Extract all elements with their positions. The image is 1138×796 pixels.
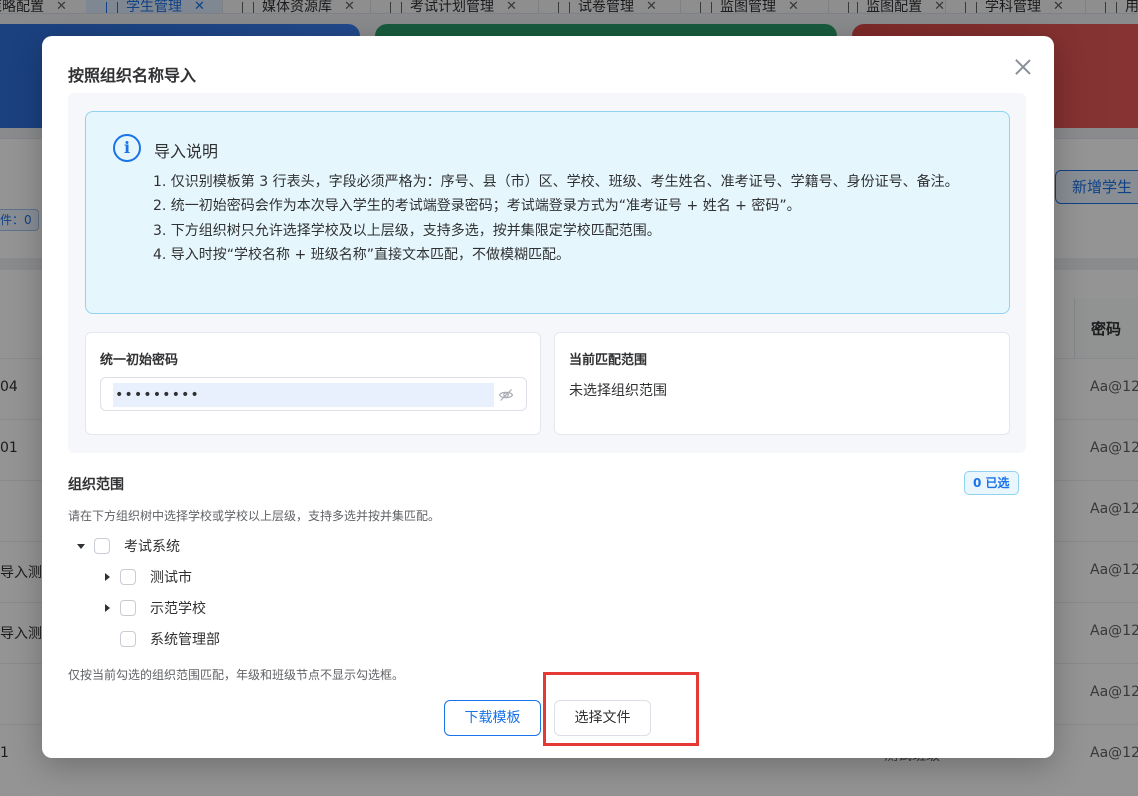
notice-line: 2. 统一初始密码会作为本次导入学生的考试端登录密码；考试端登录方式为“准考证号… <box>153 198 801 215</box>
eye-hidden-icon[interactable] <box>498 387 514 403</box>
password-input-wrapper <box>100 377 527 411</box>
tree-node-test-city[interactable]: 测试市 <box>102 565 192 589</box>
tree-node-label: 系统管理部 <box>150 632 220 648</box>
selected-count-badge: 0 已选 <box>964 471 1019 495</box>
tree-node-label: 测试市 <box>150 570 192 586</box>
info-icon: i <box>113 134 141 162</box>
match-scope-label: 当前匹配范围 <box>569 353 648 368</box>
match-scope-value: 未选择组织范围 <box>569 383 667 399</box>
notice-line: 3. 下方组织树只允许选择学校及以上层级，支持多选，按并集限定学校匹配范围。 <box>153 222 661 239</box>
tree-node-demo-school[interactable]: 示范学校 <box>102 596 206 620</box>
password-card: 统一初始密码 <box>85 332 541 435</box>
caret-right-icon[interactable] <box>102 572 112 582</box>
match-scope-card: 当前匹配范围 未选择组织范围 <box>554 332 1010 435</box>
tree-checkbox[interactable] <box>120 600 136 616</box>
tree-node-label: 示范学校 <box>150 601 206 617</box>
select-file-button[interactable]: 选择文件 <box>554 700 651 736</box>
tree-node-exam-system[interactable]: 考试系统 <box>76 534 180 558</box>
tree-checkbox[interactable] <box>120 631 136 647</box>
password-label: 统一初始密码 <box>100 353 179 368</box>
tree-checkbox[interactable] <box>120 569 136 585</box>
org-scope-title: 组织范围 <box>68 477 124 493</box>
tree-checkbox[interactable] <box>94 538 110 554</box>
caret-down-icon[interactable] <box>76 541 86 551</box>
import-notice: i 导入说明 1. 仅识别模板第 3 行表头，字段必须严格为：序号、县（市）区、… <box>85 111 1010 314</box>
caret-right-icon[interactable] <box>102 603 112 613</box>
notice-line: 1. 仅识别模板第 3 行表头，字段必须严格为：序号、县（市）区、学校、班级、考… <box>153 174 959 190</box>
download-template-button[interactable]: 下载模板 <box>444 700 541 736</box>
modal-title: 按照组织名称导入 <box>68 66 197 85</box>
tree-node-label: 考试系统 <box>124 539 180 555</box>
password-input[interactable] <box>113 383 494 407</box>
org-scope-footnote: 仅按当前勾选的组织范围匹配，年级和班级节点不显示勾选框。 <box>68 668 405 682</box>
close-icon[interactable] <box>1012 56 1034 78</box>
notice-title: 导入说明 <box>154 142 219 161</box>
notice-line: 4. 导入时按“学校名称 + 班级名称”直接文本匹配，不做模糊匹配。 <box>153 247 570 264</box>
tree-node-admin-dept[interactable]: 系统管理部 <box>102 627 220 651</box>
org-scope-hint: 请在下方组织树中选择学校或学校以上层级，支持多选并按并集匹配。 <box>68 509 441 523</box>
notice-body: 1. 仅识别模板第 3 行表头，字段必须严格为：序号、县（市）区、学校、班级、考… <box>153 170 973 268</box>
import-modal: 按照组织名称导入 i 导入说明 1. 仅识别模板第 3 行表头，字段必须严格为：… <box>42 36 1054 758</box>
